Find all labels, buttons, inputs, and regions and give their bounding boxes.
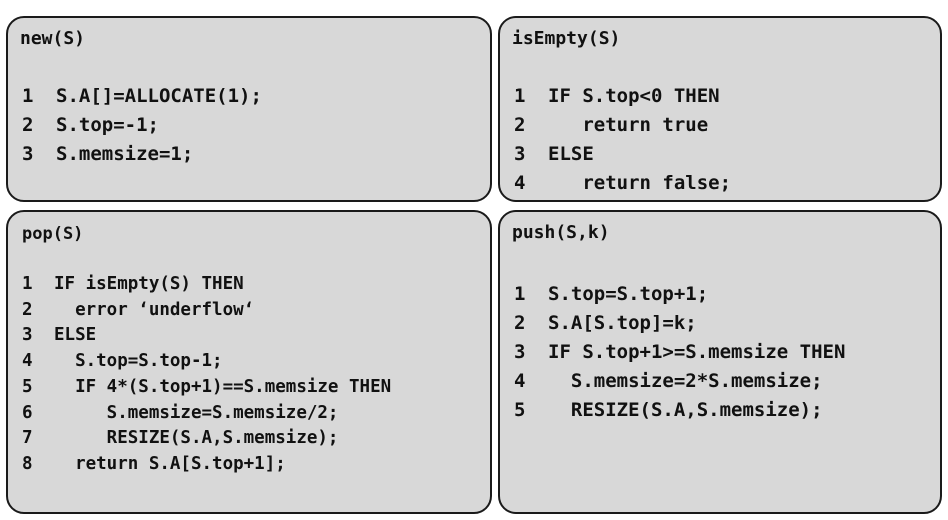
code-text: return false; (548, 172, 732, 194)
code-text: IF isEmpty(S) THEN (54, 274, 244, 294)
line-number: 4 (514, 172, 526, 194)
code-text: ELSE (548, 143, 594, 165)
panel-new: new(S) 1 S.A[]=ALLOCATE(1); 2 S.top=-1; 3S… (6, 16, 492, 202)
line-number: 5 (514, 399, 526, 421)
line-number: 1 (514, 283, 526, 305)
code-text: S.memsize=1; (56, 143, 194, 165)
code-text: S.top=S.top+1; (548, 283, 709, 305)
line-number: 3 (514, 143, 526, 165)
line-number: 1 (22, 274, 33, 294)
panel-title: new(S) (20, 28, 86, 49)
line-number: 4 (514, 370, 526, 392)
code-text: S.memsize=2*S.memsize; (548, 370, 823, 392)
code-text: IF S.top+1>=S.memsize THEN (548, 341, 846, 363)
code-text: RESIZE(S.A,S.memsize); (548, 399, 823, 421)
line-number: 7 (22, 428, 33, 449)
code-text: S.top=S.top-1; (54, 351, 223, 372)
line-number: 3 (514, 341, 526, 363)
panel-push: push(S,k) 1 S.top=S.top+1; 2 S.A[S.top]=k;… (498, 210, 942, 514)
line-number: 1 (514, 85, 526, 107)
code-text: IF S.top<0 THEN (548, 85, 720, 107)
line-number: 8 (22, 453, 33, 474)
panel-title: pop(S) (22, 224, 84, 244)
line-number: 5 (22, 376, 33, 397)
line-number: 2 (514, 114, 526, 136)
line-number: 4 (22, 351, 33, 372)
code-text: return true (548, 114, 709, 136)
code-text: RESIZE(S.A,S.memsize); (54, 428, 339, 449)
line-number: 6 (22, 402, 33, 423)
code-text: IF 4*(S.top+1)==S.memsize THEN (54, 376, 392, 397)
panel-title: push(S,k) (512, 222, 610, 243)
code-text: return S.A[S.top+1]; (54, 453, 286, 474)
panel-pop: pop(S) 1 IF isEmpty(S) THEN 2 error ‘unde… (6, 210, 492, 514)
panel-isempty: isEmpty(S) 1 IF S.top<0 THEN 2 return tru… (498, 16, 942, 202)
line-number: 2 (22, 114, 34, 136)
code-text: S.A[]=ALLOCATE(1); (56, 85, 262, 107)
code-text: error ‘underflow‘ (54, 299, 255, 320)
line-number: 3 (22, 325, 33, 346)
line-number: 2 (514, 312, 526, 334)
line-number: 2 (22, 299, 33, 320)
panel-title: isEmpty(S) (512, 28, 621, 49)
code-text: S.memsize=S.memsize/2; (54, 402, 339, 423)
line-number: 1 (22, 85, 34, 107)
code-text: S.top=-1; (56, 114, 159, 136)
code-text: S.A[S.top]=k; (548, 312, 697, 334)
code-text: ELSE (54, 325, 97, 346)
line-number: 3 (22, 143, 34, 165)
